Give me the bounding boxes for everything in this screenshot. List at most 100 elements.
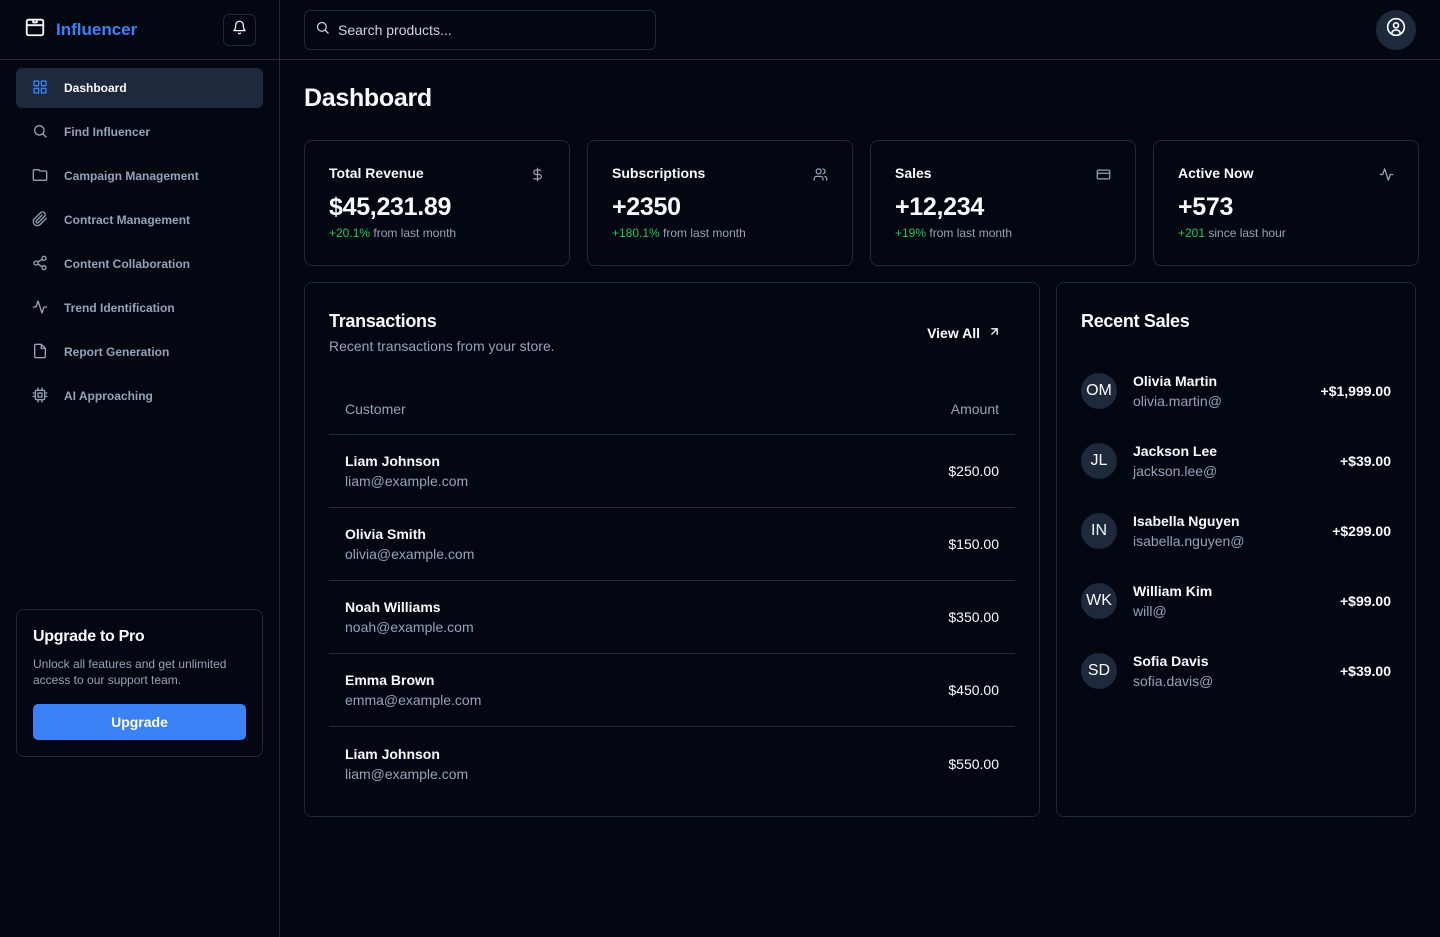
sidebar-item-label: Dashboard bbox=[64, 81, 127, 95]
customer-cell: Liam Johnson liam@example.com bbox=[345, 746, 468, 782]
customer-cell: Emma Brown emma@example.com bbox=[345, 672, 481, 708]
stat-suffix: since last hour bbox=[1205, 226, 1286, 240]
sale-name: Isabella Nguyen bbox=[1133, 513, 1240, 529]
search-icon bbox=[32, 123, 48, 142]
stat-suffix: from last month bbox=[370, 226, 457, 240]
sidebar-item-content-collaboration[interactable]: Content Collaboration bbox=[16, 244, 263, 284]
sale-email: jackson.lee@ bbox=[1133, 463, 1218, 479]
sidebar-item-contract-management[interactable]: Contract Management bbox=[16, 200, 263, 240]
column-header-amount: Amount bbox=[950, 401, 999, 417]
brand-name: Influencer bbox=[56, 19, 138, 39]
stat-change: +201 since last hour bbox=[1178, 226, 1394, 240]
avatar: OM bbox=[1081, 373, 1117, 409]
sidebar-item-campaign-management[interactable]: Campaign Management bbox=[16, 156, 263, 196]
customer-email: liam@example.com bbox=[345, 765, 469, 782]
stat-label: Subscriptions bbox=[612, 165, 706, 181]
table-header: Customer Amount bbox=[329, 384, 1015, 435]
sale-info: Isabella Nguyen isabella.nguyen@ bbox=[1133, 513, 1332, 549]
stat-card-sales: Sales +12,234 +19% from last month bbox=[870, 140, 1136, 266]
recent-sales-card: Recent Sales OM Olivia Martin olivia.mar… bbox=[1056, 282, 1416, 817]
list-item[interactable]: OM Olivia Martin olivia.martin@ +$1,999.… bbox=[1081, 356, 1391, 426]
sidebar-item-label: Report Generation bbox=[64, 345, 170, 359]
list-item[interactable]: JL Jackson Lee jackson.lee@ +$39.00 bbox=[1081, 426, 1391, 496]
stat-value: +573 bbox=[1178, 193, 1234, 221]
sale-name: William Kim bbox=[1133, 583, 1213, 599]
upgrade-button[interactable]: Upgrade bbox=[33, 704, 246, 740]
sale-info: Jackson Lee jackson.lee@ bbox=[1133, 443, 1340, 479]
sidebar-item-label: Campaign Management bbox=[64, 169, 199, 183]
sale-info: William Kim will@ bbox=[1133, 583, 1340, 619]
sidebar: Influencer Dashboard Find Influencer Cam… bbox=[0, 0, 280, 937]
avatar: WK bbox=[1081, 583, 1117, 619]
list-item[interactable]: IN Isabella Nguyen isabella.nguyen@ +$29… bbox=[1081, 496, 1391, 566]
stat-card-active-now: Active Now +573 +201 since last hour bbox=[1153, 140, 1419, 266]
table-row[interactable]: Olivia Smith olivia@example.com $150.00 bbox=[329, 508, 1015, 581]
grid-icon bbox=[32, 79, 48, 98]
view-all-button[interactable]: View All bbox=[927, 325, 1001, 341]
sale-amount: +$39.00 bbox=[1340, 453, 1391, 469]
stat-suffix: from last month bbox=[926, 226, 1013, 240]
sidebar-nav: Dashboard Find Influencer Campaign Manag… bbox=[0, 60, 279, 428]
sidebar-item-label: Trend Identification bbox=[64, 301, 175, 315]
sale-name: Jackson Lee bbox=[1133, 443, 1218, 459]
sale-amount: +$39.00 bbox=[1340, 663, 1391, 679]
transactions-card: Transactions Recent transactions from yo… bbox=[304, 282, 1040, 817]
stat-card-total-revenue: Total Revenue $45,231.89 +20.1% from las… bbox=[304, 140, 570, 266]
sale-email: will@ bbox=[1133, 603, 1167, 619]
dollar-icon bbox=[530, 167, 545, 187]
sidebar-item-report-generation[interactable]: Report Generation bbox=[16, 332, 263, 372]
stat-change: +19% from last month bbox=[895, 226, 1111, 240]
app-root: Influencer Dashboard Find Influencer Cam… bbox=[0, 0, 1440, 937]
recent-sales-title: Recent Sales bbox=[1081, 311, 1190, 331]
customer-email: emma@example.com bbox=[345, 692, 482, 708]
search-input[interactable] bbox=[338, 21, 638, 38]
customer-name: Olivia Smith bbox=[345, 526, 426, 542]
table-row[interactable]: Liam Johnson liam@example.com $550.00 bbox=[329, 727, 1015, 800]
sale-email: sofia.davis@ bbox=[1133, 673, 1214, 689]
stat-delta: +20.1% bbox=[329, 226, 371, 240]
sidebar-item-find-influencer[interactable]: Find Influencer bbox=[16, 112, 263, 152]
list-item[interactable]: SD Sofia Davis sofia.davis@ +$39.00 bbox=[1081, 636, 1391, 706]
file-icon bbox=[32, 343, 48, 362]
column-header-customer: Customer bbox=[345, 401, 406, 417]
stat-change: +180.1% from last month bbox=[612, 226, 828, 240]
bell-icon bbox=[232, 20, 247, 40]
table-row[interactable]: Emma Brown emma@example.com $450.00 bbox=[329, 654, 1015, 727]
sidebar-item-trend-identification[interactable]: Trend Identification bbox=[16, 288, 263, 328]
amount-cell: $350.00 bbox=[948, 609, 999, 625]
stat-delta: +201 bbox=[1178, 226, 1206, 240]
sidebar-item-label: Find Influencer bbox=[64, 125, 151, 139]
customer-name: Liam Johnson bbox=[345, 745, 440, 762]
amount-cell: $550.00 bbox=[948, 755, 999, 772]
avatar: JL bbox=[1081, 443, 1117, 479]
sidebar-item-label: AI Approaching bbox=[64, 389, 153, 403]
customer-name: Noah Williams bbox=[345, 599, 441, 615]
credit-card-icon bbox=[1096, 167, 1111, 187]
recent-sales-list: OM Olivia Martin olivia.martin@ +$1,999.… bbox=[1081, 356, 1391, 706]
stat-change: +20.1% from last month bbox=[329, 226, 545, 240]
customer-cell: Liam Johnson liam@example.com bbox=[345, 453, 468, 489]
customer-email: olivia@example.com bbox=[345, 546, 475, 562]
brand-logo-link[interactable]: Influencer bbox=[24, 16, 137, 43]
table-row[interactable]: Liam Johnson liam@example.com $250.00 bbox=[329, 435, 1015, 508]
sidebar-item-label: Contract Management bbox=[64, 213, 191, 227]
main-content: Dashboard Total Revenue $45,231.89 +20.1… bbox=[280, 0, 1440, 937]
table-row[interactable]: Noah Williams noah@example.com $350.00 bbox=[329, 581, 1015, 654]
user-circle-icon bbox=[1386, 17, 1406, 42]
sale-email: olivia.martin@ bbox=[1133, 393, 1222, 409]
list-item[interactable]: WK William Kim will@ +$99.00 bbox=[1081, 566, 1391, 636]
users-icon bbox=[813, 167, 828, 187]
sidebar-item-label: Content Collaboration bbox=[64, 257, 190, 271]
stat-delta: +180.1% bbox=[612, 226, 660, 240]
sidebar-item-dashboard[interactable]: Dashboard bbox=[16, 68, 263, 108]
stat-label: Sales bbox=[895, 165, 932, 181]
sidebar-item-ai-approaching[interactable]: AI Approaching bbox=[16, 376, 263, 416]
paperclip-icon bbox=[32, 210, 48, 230]
transactions-title: Transactions bbox=[329, 311, 437, 331]
customer-cell: Olivia Smith olivia@example.com bbox=[345, 526, 474, 562]
sale-name: Olivia Martin bbox=[1133, 373, 1218, 389]
amount-cell: $250.00 bbox=[948, 463, 999, 479]
amount-cell: $450.00 bbox=[948, 682, 999, 698]
notifications-button[interactable] bbox=[223, 13, 256, 46]
user-menu-button[interactable] bbox=[1376, 9, 1416, 50]
